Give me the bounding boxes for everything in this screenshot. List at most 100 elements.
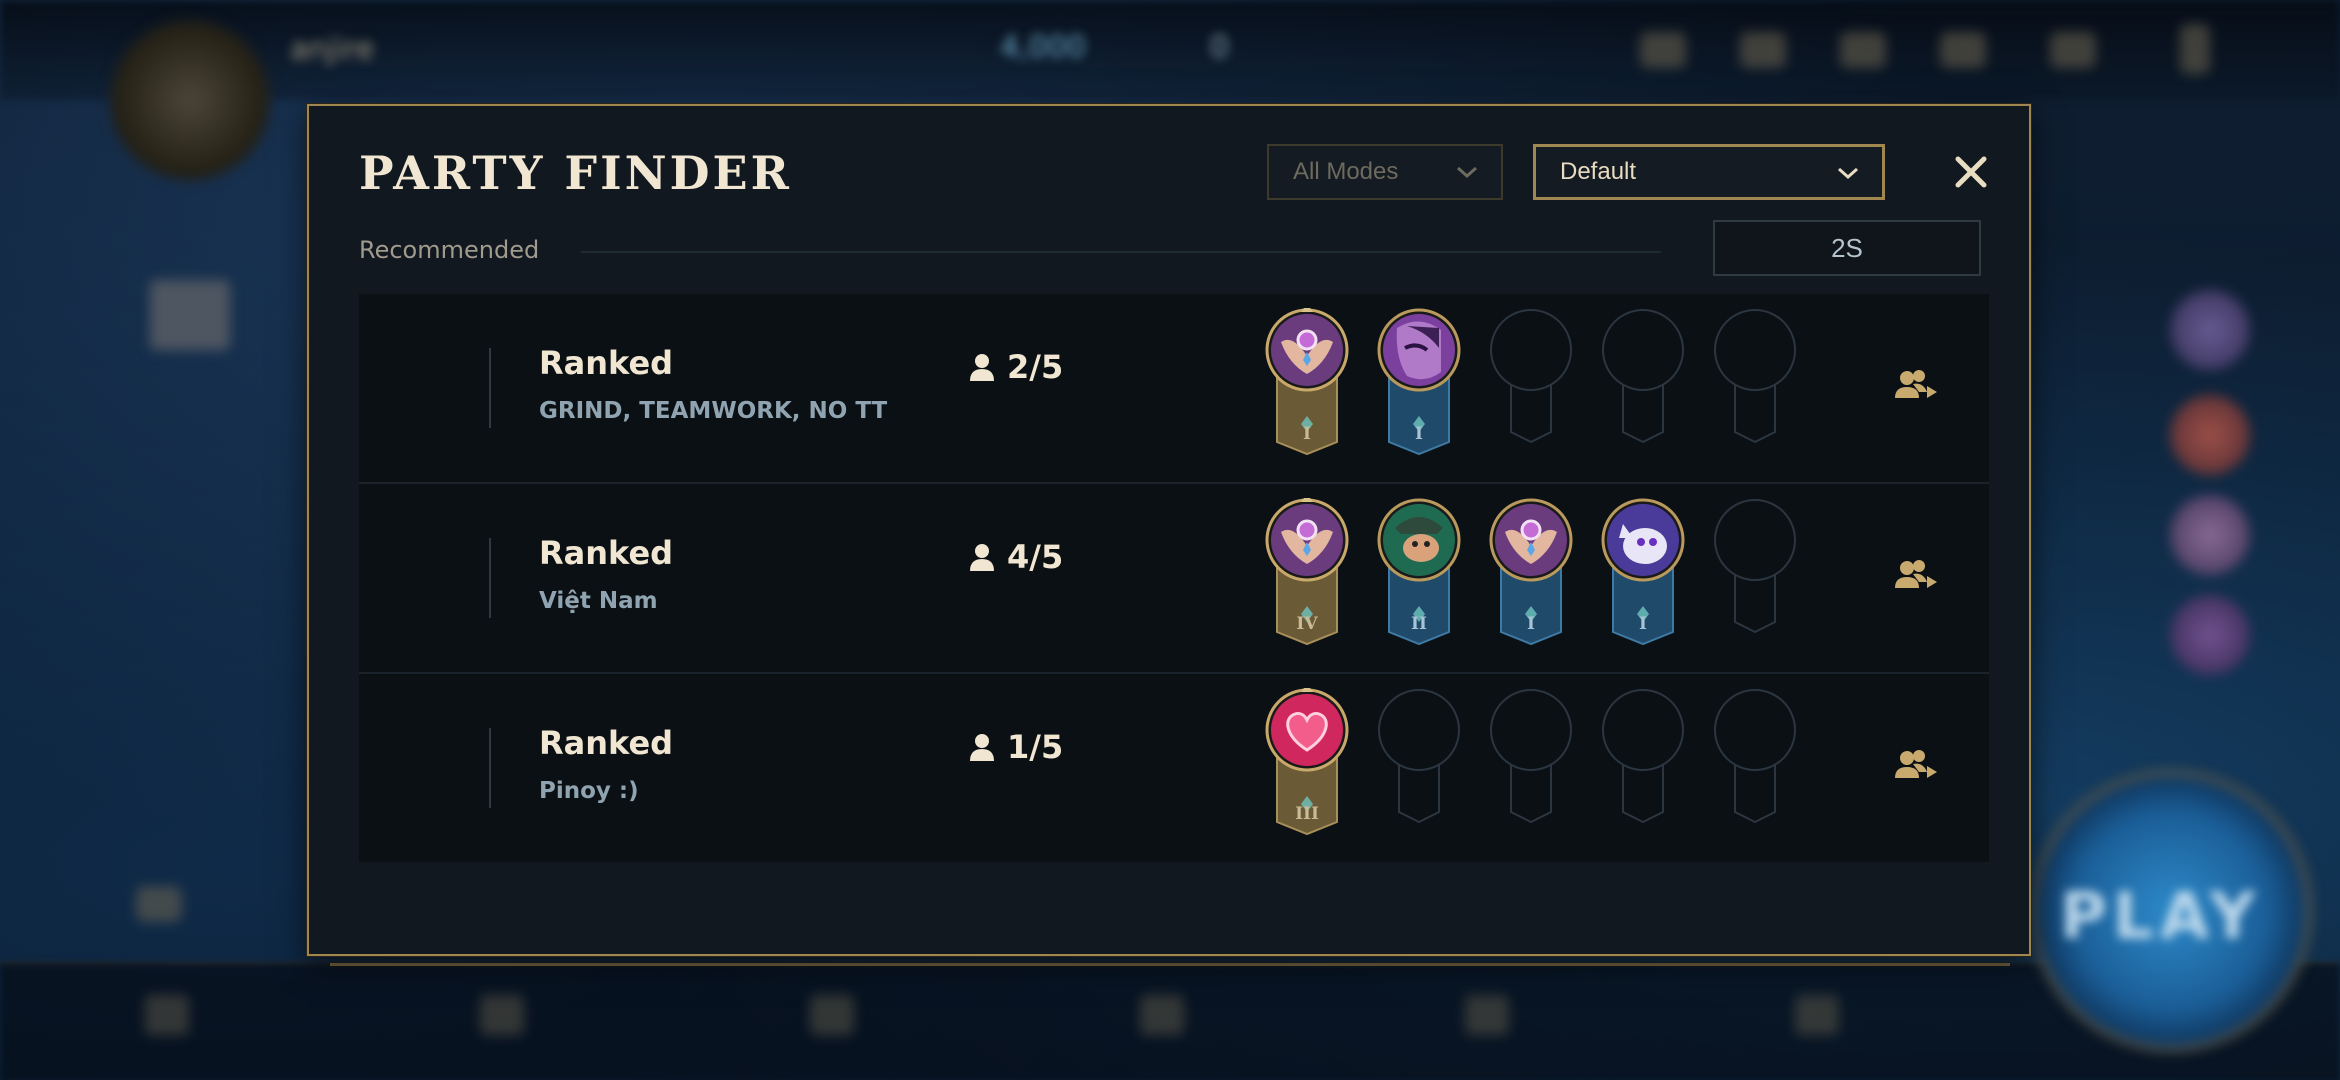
winged-crest-icon [1489,498,1573,646]
modal-title: PARTY FINDER [359,146,792,200]
member-slot: I [1489,498,1573,658]
member-rank: II [1411,614,1427,634]
party-description: Pinoy :) [539,778,639,804]
party-mode: Ranked [539,534,674,572]
join-party-icon[interactable] [1893,366,1939,406]
row-divider [489,538,491,618]
empty-member-slot [1601,688,1685,848]
party-description: GRIND, TEAMWORK, NO TT [539,398,888,424]
champion-portrait-purple [1377,308,1461,456]
party-size: 4/5 [969,538,1063,576]
join-party-icon[interactable] [1893,556,1939,596]
member-slot: IV [1265,498,1349,658]
member-slot: I [1265,308,1349,468]
party-size: 1/5 [969,728,1063,766]
party-finder-modal: PARTY FINDER All Modes Default Recommend… [307,104,2031,956]
chevron-down-icon [1838,167,1858,180]
empty-slot-icon [1714,499,1796,634]
profile-avatar [110,20,270,180]
party-size: 2/5 [969,348,1063,386]
member-slot: III [1265,688,1349,848]
search-input[interactable]: 2S [1713,220,1981,276]
mode-filter-dropdown[interactable]: All Modes [1267,144,1503,200]
party-count: 4/5 [1007,538,1064,576]
calendar-icon [136,886,182,922]
empty-member-slot [1713,308,1797,468]
member-slot: II [1377,498,1461,658]
section-divider [581,251,1661,253]
be-balance: 0 [1210,30,1230,65]
person-icon [970,734,994,761]
menu-icon [2180,24,2210,74]
empty-slot-icon [1490,309,1572,444]
member-slots: IV II I I [1265,498,1805,658]
winged-crest-icon [1265,498,1349,646]
username: anjire [290,32,375,67]
member-slot: I [1601,498,1685,658]
nav-icon [480,995,524,1035]
party-row[interactable]: Ranked Pinoy :) 1/5 III [359,674,1989,862]
friends-icon [2050,32,2096,68]
modal-underline [330,963,2010,966]
winged-crest-icon [1265,308,1349,456]
sort-value: Default [1560,158,1637,185]
white-creature-icon [1601,498,1685,646]
chest-icon [150,280,230,350]
empty-slot-icon [1602,309,1684,444]
empty-slot-icon [1714,689,1796,824]
section-label: Recommended [359,236,540,264]
join-party-icon[interactable] [1893,746,1939,786]
nav-icon [1465,995,1509,1035]
empty-slot-icon [1714,309,1796,444]
chevron-down-icon [1457,166,1477,179]
champion-portrait-green [1377,498,1461,646]
heart-icon [1265,688,1349,836]
member-slot: I [1377,308,1461,468]
empty-slot-icon [1602,689,1684,824]
friend-avatar [2170,290,2250,370]
party-mode: Ranked [539,724,674,762]
settings-icon [1640,32,1686,68]
play-button-label: PLAY [2060,880,2262,954]
close-icon[interactable] [1949,150,1993,194]
row-divider [489,348,491,428]
party-count: 2/5 [1007,348,1064,386]
member-rank: IV [1296,614,1318,634]
member-rank: I [1303,424,1311,444]
mode-filter-value: All Modes [1293,158,1399,185]
party-row[interactable]: Ranked Việt Nam 4/5 IV II I I [359,484,1989,674]
party-mode: Ranked [539,344,674,382]
rp-balance: 4,000 [1000,30,1086,65]
friend-avatar [2170,595,2250,675]
empty-member-slot [1713,498,1797,658]
store-icon [1840,32,1886,68]
nav-icon [1795,995,1839,1035]
party-list: Ranked GRIND, TEAMWORK, NO TT 2/5 I I Ra… [359,294,1989,862]
empty-member-slot [1601,308,1685,468]
person-icon [970,544,994,571]
party-count: 1/5 [1007,728,1064,766]
friend-avatar [2170,395,2250,475]
nav-icon [145,995,189,1035]
nav-icon [1140,995,1184,1035]
empty-member-slot [1377,688,1461,848]
member-rank: I [1639,614,1647,634]
sort-dropdown[interactable]: Default [1533,144,1885,200]
person-icon [970,354,994,381]
member-slots: III [1265,688,1805,848]
empty-member-slot [1713,688,1797,848]
member-slots: I I [1265,308,1805,468]
party-description: Việt Nam [539,588,658,614]
collection-icon [1740,32,1786,68]
member-rank: III [1295,804,1319,824]
nav-icon [810,995,854,1035]
mail-icon [1940,32,1986,68]
party-row[interactable]: Ranked GRIND, TEAMWORK, NO TT 2/5 I I [359,294,1989,484]
empty-member-slot [1489,308,1573,468]
member-rank: I [1415,424,1423,444]
empty-member-slot [1489,688,1573,848]
row-divider [489,728,491,808]
empty-slot-icon [1490,689,1572,824]
member-rank: I [1527,614,1535,634]
empty-slot-icon [1378,689,1460,824]
